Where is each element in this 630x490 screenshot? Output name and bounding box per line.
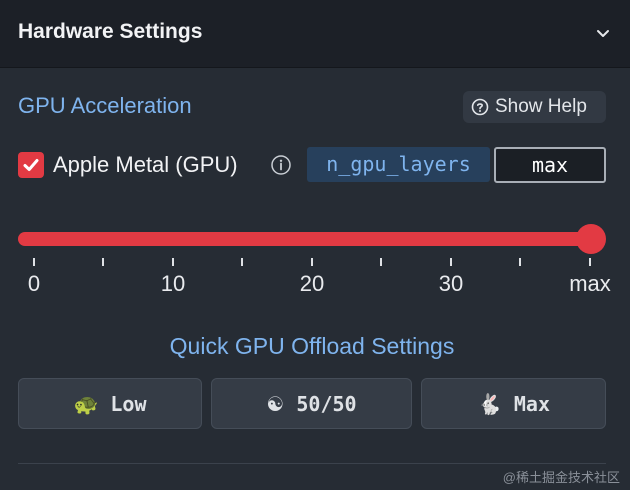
gpu-layers-input[interactable]: max xyxy=(494,147,606,183)
slider-tick xyxy=(33,258,35,266)
slider-tick-label: 30 xyxy=(438,271,464,296)
divider xyxy=(18,463,606,464)
apple-metal-checkbox[interactable] xyxy=(18,152,44,178)
show-help-label: Show Help xyxy=(495,96,587,117)
slider-tick xyxy=(380,258,382,266)
slider-tick-label: 10 xyxy=(160,271,186,296)
preset-label: Low xyxy=(110,391,147,416)
slider-tick xyxy=(102,258,104,266)
quick-offload-title: Quick GPU Offload Settings xyxy=(169,333,455,359)
panel-title: Hardware Settings xyxy=(18,20,203,43)
question-circle-icon xyxy=(471,98,489,116)
turtle-icon: 🐢 xyxy=(73,391,99,416)
chevron-down-icon[interactable] xyxy=(594,24,612,42)
preset-label: 50/50 xyxy=(296,391,357,416)
slider-tick xyxy=(519,258,521,266)
show-help-button[interactable]: Show Help xyxy=(463,91,606,123)
gpu-layers-slider-thumb[interactable] xyxy=(576,224,606,254)
preset-5050-button[interactable]: ☯ 50/50 xyxy=(211,378,412,429)
preset-low-button[interactable]: 🐢 Low xyxy=(18,378,202,429)
preset-label: Max xyxy=(513,391,551,416)
panel-header[interactable]: Hardware Settings xyxy=(0,0,630,68)
slider-tick xyxy=(172,258,174,266)
yin-yang-icon: ☯ xyxy=(266,391,285,416)
slider-tick xyxy=(241,258,243,266)
checkmark-icon xyxy=(23,159,39,171)
info-circle-icon[interactable] xyxy=(270,154,292,176)
gpu-layers-slider-track[interactable] xyxy=(18,232,592,246)
rabbit-icon: 🐇 xyxy=(476,391,502,416)
slider-tick-label: 0 xyxy=(27,271,41,296)
hardware-settings-panel: Hardware Settings GPU Acceleration Show … xyxy=(0,0,630,490)
slider-tick xyxy=(589,258,591,266)
watermark: @稀土掘金技术社区 xyxy=(502,470,620,485)
slider-tick-label: max xyxy=(569,271,611,296)
apple-metal-label[interactable]: Apple Metal (GPU) xyxy=(53,152,238,178)
slider-tick xyxy=(311,258,313,266)
slider-tick-label: 20 xyxy=(299,271,325,296)
n-gpu-layers-label: n_gpu_layers xyxy=(307,147,490,182)
gpu-acceleration-title: GPU Acceleration xyxy=(18,93,192,118)
preset-max-button[interactable]: 🐇 Max xyxy=(421,378,606,429)
slider-tick xyxy=(450,258,452,266)
